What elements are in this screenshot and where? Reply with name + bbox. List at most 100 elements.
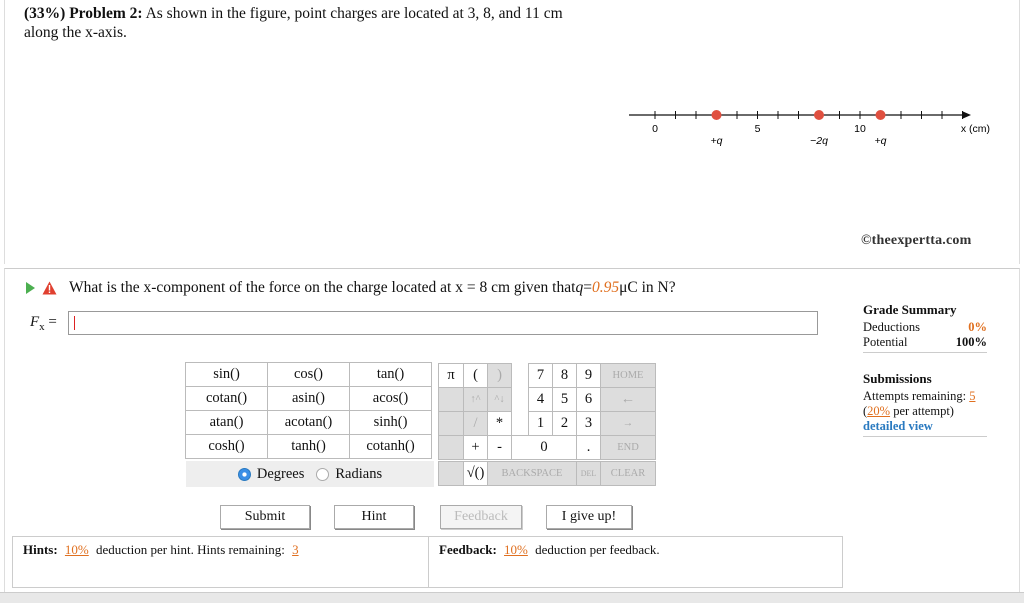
- blank-key-3: [438, 435, 464, 460]
- hints-pct: 10%: [64, 542, 89, 557]
- key-3[interactable]: 3: [576, 411, 601, 436]
- deductions-value: 0%: [968, 320, 987, 334]
- problem-label: Problem 2:: [69, 5, 143, 22]
- blank-key: [438, 387, 464, 412]
- submit-button[interactable]: Submit: [220, 505, 310, 529]
- per-attempt-pct: 20%: [867, 404, 891, 418]
- grade-summary: Grade Summary Deductions 0% Potential 100%…: [863, 302, 987, 437]
- figure-credit: ©theexpertta.com: [861, 233, 972, 248]
- footer-strip: [0, 592, 1024, 603]
- atan-key[interactable]: atan(): [185, 410, 268, 435]
- hints-label: Hints:: [23, 542, 58, 557]
- sin-key[interactable]: sin(): [185, 362, 268, 387]
- key-5[interactable]: 5: [552, 387, 577, 412]
- potential-value: 100%: [955, 335, 987, 349]
- key-4[interactable]: 4: [528, 387, 553, 412]
- pi-key[interactable]: π: [438, 363, 464, 388]
- key-0[interactable]: 0: [511, 435, 577, 460]
- angle-mode: Degrees Radians: [186, 461, 434, 487]
- charge-label: +q: [711, 135, 723, 147]
- axis-label: x (cm): [961, 123, 990, 135]
- detailed-view-link[interactable]: detailed view: [863, 419, 933, 433]
- degrees-radio[interactable]: [237, 467, 251, 481]
- play-icon[interactable]: [26, 282, 35, 294]
- charge-label: +q: [875, 135, 887, 147]
- charge-marker: [875, 110, 886, 120]
- feedback-pct: 10%: [504, 542, 528, 557]
- home-key[interactable]: HOME: [600, 363, 656, 388]
- answer-row: Fx =: [30, 311, 818, 335]
- plus-key[interactable]: +: [463, 435, 488, 460]
- q-symbol: q: [575, 279, 584, 296]
- charge-label: −2q: [810, 135, 828, 147]
- question-row: What is the x-component of the force on …: [26, 279, 676, 297]
- key-6[interactable]: 6: [576, 387, 601, 412]
- minus-key[interactable]: -: [487, 435, 512, 460]
- feedback-button[interactable]: Feedback: [440, 505, 522, 529]
- q-value: 0.95: [591, 279, 620, 296]
- problem-panel: (33%) Problem 2: As shown in the figure,…: [4, 0, 1020, 264]
- cosh-key[interactable]: cosh(): [185, 434, 268, 459]
- charge-figure: 0 5 10 x (cm) +q −2q +q: [629, 110, 990, 147]
- charge-marker: [814, 110, 824, 120]
- submissions: Submissions Attempts remaining: 5 (20% p…: [863, 371, 987, 437]
- divide-key[interactable]: /: [463, 411, 488, 436]
- axis-arrow-icon: [963, 111, 971, 119]
- tanh-key[interactable]: tanh(): [267, 434, 350, 459]
- feedback-box: Feedback: 10% deduction per feedback.: [428, 536, 843, 588]
- radians-label: Radians: [335, 465, 383, 482]
- text-cursor: [74, 315, 75, 330]
- backspace-key[interactable]: BACKSPACE: [487, 461, 577, 486]
- acotan-key[interactable]: acotan(): [267, 410, 350, 435]
- tick-label: 5: [755, 123, 761, 135]
- multiply-key[interactable]: *: [487, 411, 512, 436]
- asin-key[interactable]: asin(): [267, 386, 350, 411]
- key-2[interactable]: 2: [552, 411, 577, 436]
- charge-marker: [711, 110, 722, 120]
- end-key[interactable]: END: [600, 435, 656, 460]
- hints-box: Hints: 10% deduction per hint. Hints rem…: [12, 536, 428, 588]
- cotan-key[interactable]: cotan(): [185, 386, 268, 411]
- key-9[interactable]: 9: [576, 363, 601, 388]
- rparen-key[interactable]: ): [487, 363, 512, 388]
- down-key[interactable]: ^↓: [487, 387, 512, 412]
- grade-summary-title: Grade Summary: [863, 302, 957, 317]
- q-eq: =: [583, 279, 592, 296]
- function-grid: sin() cos() tan() cotan() asin() acos() …: [185, 362, 432, 459]
- submissions-title: Submissions: [863, 371, 932, 386]
- decimal-key[interactable]: .: [576, 435, 601, 460]
- hints-remaining: 3: [292, 542, 299, 557]
- tan-key[interactable]: tan(): [349, 362, 432, 387]
- left-arrow-key[interactable]: ←: [600, 387, 656, 412]
- cotanh-key[interactable]: cotanh(): [349, 434, 432, 459]
- clear-key[interactable]: CLEAR: [600, 461, 656, 486]
- right-arrow-key[interactable]: →: [600, 411, 656, 436]
- problem-statement: (33%) Problem 2: As shown in the figure,…: [24, 4, 584, 42]
- deductions-label: Deductions: [863, 320, 920, 334]
- answer-input[interactable]: [68, 311, 818, 335]
- up-key[interactable]: ↑^: [463, 387, 488, 412]
- warning-icon: [42, 281, 57, 295]
- potential-label: Potential: [863, 335, 908, 349]
- attempts-label: Attempts remaining:: [863, 389, 970, 403]
- sqrt-key[interactable]: √(): [463, 461, 488, 486]
- key-8[interactable]: 8: [552, 363, 577, 388]
- give-up-button[interactable]: I give up!: [546, 505, 632, 529]
- radians-radio[interactable]: [316, 467, 330, 481]
- answer-label: Fx =: [30, 313, 57, 333]
- hint-button[interactable]: Hint: [334, 505, 414, 529]
- acos-key[interactable]: acos(): [349, 386, 432, 411]
- blank-key-4: [438, 461, 464, 486]
- cos-key[interactable]: cos(): [267, 362, 350, 387]
- lparen-key[interactable]: (: [463, 363, 488, 388]
- tick-label: 10: [854, 123, 866, 135]
- sinh-key[interactable]: sinh(): [349, 410, 432, 435]
- key-1[interactable]: 1: [528, 411, 553, 436]
- problem-percent: (33%): [24, 5, 66, 22]
- degrees-label: Degrees: [256, 465, 305, 482]
- feedback-label: Feedback:: [439, 542, 497, 557]
- key-7[interactable]: 7: [528, 363, 553, 388]
- delete-key[interactable]: DEL: [576, 461, 601, 486]
- question-prefix: What is the x-component of the force on …: [69, 279, 576, 296]
- tick-label: 0: [652, 123, 658, 135]
